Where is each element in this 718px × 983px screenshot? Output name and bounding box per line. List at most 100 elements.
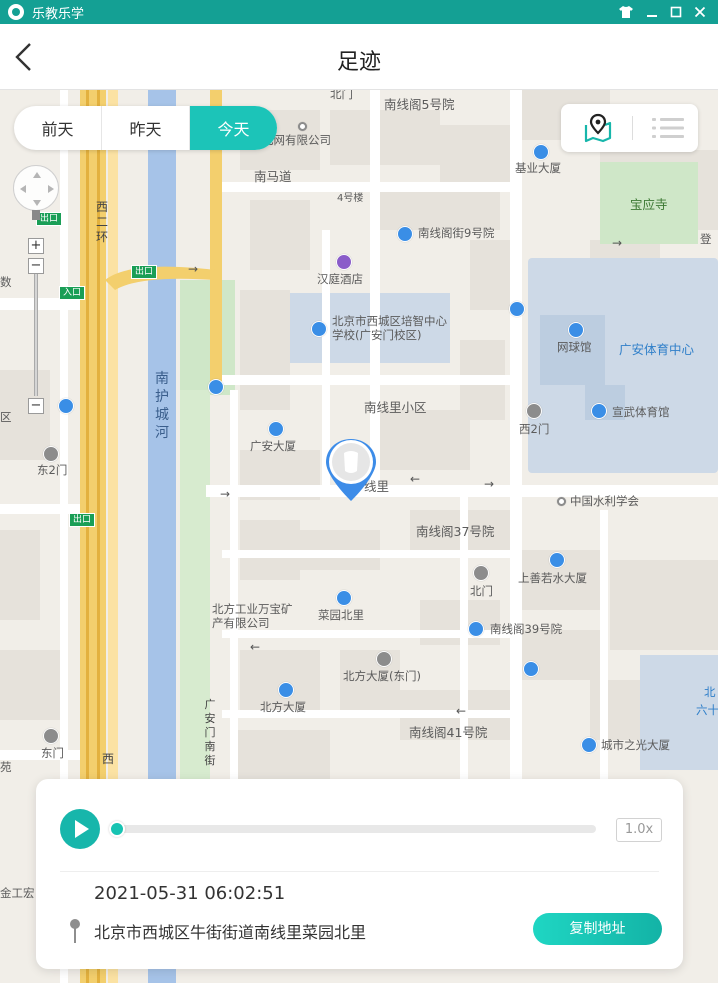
playback-track[interactable] xyxy=(118,825,596,833)
map-label: 数 xyxy=(0,275,12,289)
arrow-right-icon: → xyxy=(188,262,199,276)
map-label: 南线阁39号院 xyxy=(490,622,563,636)
record-datetime: 2021-05-31 06:02:51 xyxy=(94,883,286,904)
arrow-left-icon: ← xyxy=(250,640,261,654)
map-label: 城市之光大厦 xyxy=(601,738,670,752)
page-header: 足迹 xyxy=(0,24,718,90)
window-titlebar: 乐教乐学 xyxy=(0,0,718,24)
arrow-right-icon: → xyxy=(220,487,231,501)
map-label: 北门 xyxy=(330,90,353,101)
playback-knob[interactable] xyxy=(109,821,125,837)
building-poi-icon xyxy=(268,421,284,437)
map-label: 北门 xyxy=(470,584,493,598)
map-label: 东2门 xyxy=(37,463,68,477)
copy-address-button[interactable]: 复制地址 xyxy=(533,913,662,945)
gate-poi-icon xyxy=(526,403,542,419)
minimize-icon[interactable] xyxy=(640,0,664,24)
maximize-icon[interactable] xyxy=(664,0,688,24)
bank-poi-icon xyxy=(336,590,352,606)
gate-poi-icon xyxy=(376,651,392,667)
exit-sign: 出口 xyxy=(69,513,96,527)
card-divider xyxy=(60,871,659,872)
record-address: 北京市西城区牛街街道南线里菜园北里 xyxy=(94,923,367,942)
app-title: 乐教乐学 xyxy=(32,6,85,22)
map-label: 南护城河 xyxy=(155,371,169,441)
map-label: 南线阁37号院 xyxy=(416,524,495,539)
map-label: 广安大厦 xyxy=(250,439,296,453)
school-poi-icon xyxy=(311,321,327,337)
skin-icon[interactable] xyxy=(614,0,638,24)
map-label: 苑 xyxy=(0,760,12,774)
map-label: 南线阁5号院 xyxy=(384,97,455,112)
tab-yesterday[interactable]: 昨天 xyxy=(102,106,190,150)
pan-arrows-icon xyxy=(20,172,54,206)
map-label: 上善若水大厦 xyxy=(518,571,587,585)
arrow-right-icon: → xyxy=(612,236,623,250)
map-label: 宝应寺 xyxy=(630,197,668,212)
map-label: 金工宏 xyxy=(0,886,35,900)
map-label: 南线阁街9号院 xyxy=(418,226,495,240)
entrance-sign: 入口 xyxy=(59,286,86,300)
page-title: 足迹 xyxy=(336,50,381,75)
zoom-track[interactable] xyxy=(34,274,38,396)
map-label: 东门 xyxy=(41,746,64,760)
map-label: 登 xyxy=(700,232,712,246)
exit-sign: 出口 xyxy=(131,265,158,279)
map-label: 中国水利学会 xyxy=(570,494,639,508)
bus-stop-icon xyxy=(523,661,539,677)
tab-today[interactable]: 今天 xyxy=(190,106,277,150)
pan-control[interactable] xyxy=(13,165,59,211)
zoom-slider[interactable]: + − − xyxy=(28,210,44,415)
map-label: 广安体育中心 xyxy=(619,342,695,357)
map-label: 北方大厦 xyxy=(260,700,306,714)
sports-poi-icon xyxy=(591,403,607,419)
map-label: 基业大厦 xyxy=(515,161,561,175)
gate-poi-icon xyxy=(43,728,59,744)
map-label: 西二环 xyxy=(95,200,108,244)
map-label: 广安门南街 xyxy=(204,698,216,767)
map-label: 宣武体育馆 xyxy=(612,405,670,419)
map-label: 南马道 xyxy=(254,169,292,184)
map-label: 西 xyxy=(101,752,114,766)
app-logo-icon xyxy=(8,4,24,20)
map-label: 北京市西城区培智中心学校(广安门校区) xyxy=(332,314,447,342)
play-button[interactable] xyxy=(60,809,100,849)
bus-stop-icon xyxy=(58,398,74,414)
location-marker-icon[interactable] xyxy=(324,437,378,503)
gate-poi-icon xyxy=(473,565,489,581)
bank-poi-icon xyxy=(468,621,484,637)
arrow-right-icon: → xyxy=(484,477,495,491)
track-info-card: 1.0x 2021-05-31 06:02:51 北京市西城区牛街街道南线里菜园… xyxy=(36,779,683,969)
poi-dot-icon xyxy=(298,122,307,131)
list-icon[interactable] xyxy=(651,116,685,140)
zoom-out-bottom-button[interactable]: − xyxy=(28,398,44,414)
gate-poi-icon xyxy=(43,446,59,462)
map-label: 网球馆 xyxy=(557,340,592,354)
map-label: 六十 xyxy=(696,703,718,717)
arrow-left-icon: ← xyxy=(410,472,421,486)
view-toggle xyxy=(561,104,698,152)
close-icon[interactable] xyxy=(688,0,712,24)
toggle-divider xyxy=(632,116,633,140)
day-tabs: 前天 昨天 今天 xyxy=(14,106,277,150)
building-poi-icon xyxy=(533,144,549,160)
map-view[interactable]: 北门 南线阁5号院 电网有限公司 南马道 4号楼 基业大厦 宝应寺 南线阁街9号… xyxy=(0,90,718,983)
map-label: 汉庭酒店 xyxy=(317,272,363,286)
map-pin-icon[interactable] xyxy=(583,113,613,143)
building-poi-icon xyxy=(581,737,597,753)
zoom-out-button[interactable]: − xyxy=(28,258,44,274)
map-label: 4号楼 xyxy=(337,193,364,204)
bus-stop-icon xyxy=(509,301,525,317)
sports-poi-icon xyxy=(568,322,584,338)
zoom-in-button[interactable]: + xyxy=(28,238,44,254)
building-poi-icon xyxy=(549,552,565,568)
tab-day-before-yesterday[interactable]: 前天 xyxy=(14,106,102,150)
poi-dot-icon xyxy=(557,497,566,506)
hotel-poi-icon xyxy=(336,254,352,270)
arrow-left-icon: ← xyxy=(456,704,467,718)
map-label: 北 xyxy=(704,685,716,699)
map-label: 菜园北里 xyxy=(318,608,364,622)
zoom-marker xyxy=(32,210,40,220)
speed-button[interactable]: 1.0x xyxy=(616,818,662,842)
building-poi-icon xyxy=(278,682,294,698)
